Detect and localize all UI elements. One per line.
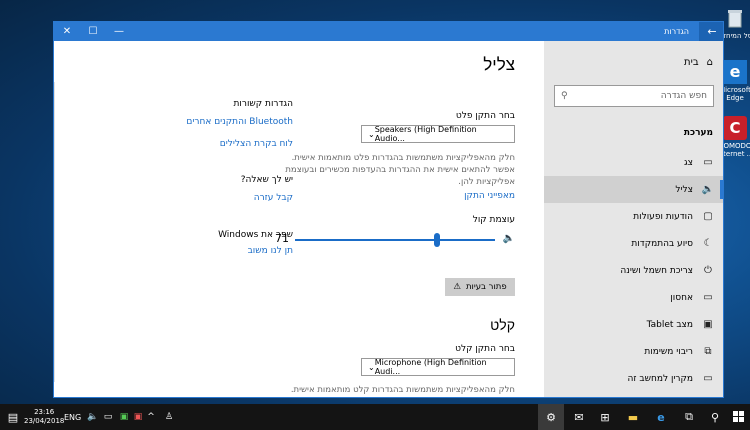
sidebar-item[interactable]: ⧉ ריבוי משימות	[544, 338, 723, 365]
output-device-dropdown[interactable]: ⌄ Speakers (High Definition Audio...	[361, 125, 515, 143]
output-description: חלק מהאפליקציות משתמשות בהגדרות פלט מותא…	[285, 153, 515, 187]
people-icon[interactable]: ♙	[156, 404, 182, 430]
minimize-button[interactable]: —	[106, 22, 132, 41]
sidebar-item-label: צריכת חשמל ושינה	[620, 265, 693, 276]
tablet-icon: ▣	[703, 319, 713, 330]
search-input[interactable]: חפש הגדרה ⚲	[554, 85, 714, 107]
multitasking-icon: ⧉	[704, 346, 712, 357]
settings-taskbar-icon[interactable]: ⚙	[538, 404, 564, 430]
back-button[interactable]: ←	[699, 22, 723, 41]
recycle-bin-icon	[723, 6, 747, 30]
power-icon: ⏻	[704, 265, 712, 276]
home-icon: ⌂	[706, 57, 713, 68]
sidebar-item[interactable]: ▭ מקרין למחשב זה	[544, 365, 723, 392]
sidebar-item-label: הודעות ופעולות	[633, 211, 693, 222]
store-taskbar-icon[interactable]: ⊞	[592, 404, 618, 430]
home-label: בית	[684, 57, 699, 68]
bluetooth-devices-link[interactable]: Bluetooth והתקנים אחרים	[186, 117, 293, 127]
page-title: צליל	[483, 55, 515, 75]
mail-taskbar-icon[interactable]: ✉	[566, 404, 592, 430]
left-edge-divider	[54, 82, 55, 382]
troubleshoot-button[interactable]: פתור בעיות ⚠	[445, 278, 515, 296]
sidebar-item[interactable]: ☾ סיוע בהתמקדות	[544, 230, 723, 257]
language-label: ENG	[64, 412, 82, 422]
related-settings-heading: הגדרות קשורות	[233, 99, 293, 109]
output-device-value: Speakers (High Definition Audio...	[374, 125, 477, 143]
moon-icon: ☾	[703, 238, 713, 249]
chevron-down-icon: ⌄	[368, 129, 375, 139]
search-taskbar-icon[interactable]: ⚲	[702, 404, 728, 430]
output-device-label: בחר התקן פלט	[455, 111, 515, 121]
related-settings-pane: הגדרות קשורות Bluetooth והתקנים אחרים לו…	[103, 41, 293, 397]
sidebar-section-title: מערכת	[683, 128, 713, 138]
windows-logo-icon	[733, 411, 744, 422]
edge-taskbar-icon[interactable]: e	[648, 404, 674, 430]
start-button[interactable]	[726, 404, 750, 430]
search-icon: ⚲	[561, 91, 568, 101]
input-device-dropdown[interactable]: ⌄ Microphone (High Definition Audi...	[361, 358, 515, 376]
sidebar-item[interactable]: ▢ הודעות ופעולות	[544, 203, 723, 230]
volume-slider[interactable]: 71 🔈	[275, 230, 515, 250]
maximize-button[interactable]: ☐	[80, 22, 106, 41]
notification-icon: ▢	[703, 211, 713, 222]
speaker-icon: 🔈	[701, 184, 715, 195]
feedback-heading: שפר את Windows	[218, 230, 293, 240]
sidebar-item-label: צליל	[675, 184, 693, 195]
search-placeholder: חפש הגדרה	[660, 91, 707, 101]
comodo-icon: C	[723, 116, 747, 140]
sidebar-item-label: צג	[683, 157, 693, 168]
clock-date: 23/04/2018	[24, 417, 65, 425]
volume-label: עוצמת קול	[472, 215, 515, 225]
clock-time: 23:16	[34, 408, 55, 416]
sidebar-home[interactable]: ⌂ בית	[684, 57, 713, 68]
monitor-icon: ▭	[703, 157, 713, 168]
get-help-link[interactable]: קבל עזרה	[254, 193, 293, 203]
help-heading: יש לך שאלה?	[240, 175, 293, 185]
give-feedback-link[interactable]: תן לנו משוב	[248, 246, 293, 256]
task-view-icon[interactable]: ⧉	[676, 404, 702, 430]
input-device-value: Microphone (High Definition Audi...	[374, 358, 487, 376]
sound-control-panel-link[interactable]: לוח בקרת הצלילים	[220, 139, 293, 149]
sidebar-item[interactable]: ▭ צג	[544, 149, 723, 176]
volume-thumb[interactable]	[434, 233, 440, 247]
language-indicator[interactable]: ENG	[64, 404, 81, 430]
file-explorer-icon[interactable]: ▬	[620, 404, 646, 430]
taskbar: ▤ 23:16 23/04/2018 ENG 🔈 ▭ ▣ ▣ ^ ♙ ⚙ ✉ ⊞…	[0, 404, 750, 430]
input-description: חלק מהאפליקציות משתמשות בהגדרות קלט מותא…	[290, 385, 515, 395]
title-bar: ✕ ☐ — הגדרות ←	[54, 22, 723, 41]
sidebar-item[interactable]: ▭ אחסון	[544, 284, 723, 311]
input-device-label: בחר התקן קלט	[455, 344, 515, 354]
storage-icon: ▭	[703, 292, 713, 303]
speaker-icon[interactable]: 🔈	[503, 233, 515, 244]
sidebar-item[interactable]: ▣ מצב Tablet	[544, 311, 723, 338]
settings-window: ✕ ☐ — הגדרות ← ⌂ בית חפש הגדרה ⚲ מערכת ▭…	[53, 21, 724, 398]
clock[interactable]: 23:16 23/04/2018	[24, 408, 64, 426]
input-section-title: קלט	[490, 318, 515, 334]
minimize-icon: —	[114, 26, 124, 37]
sidebar-item[interactable]: 🔈 צליל	[544, 176, 723, 203]
sidebar-item-label: ריבוי משימות	[644, 346, 693, 357]
action-center-icon[interactable]: ▤	[0, 404, 26, 430]
sidebar-item[interactable]: ⏻ צריכת חשמל ושינה	[544, 257, 723, 284]
troubleshoot-label: פתור בעיות	[465, 282, 507, 292]
edge-icon: e	[723, 60, 747, 84]
device-properties-link[interactable]: מאפייני התקן	[464, 191, 515, 201]
sidebar-item-label: אחסון	[670, 292, 693, 303]
sidebar: ⌂ בית חפש הגדרה ⚲ מערכת ▭ צג 🔈 צליל ▢ הודעות …	[544, 41, 723, 397]
close-button[interactable]: ✕	[54, 22, 80, 41]
projecting-icon: ▭	[703, 373, 713, 384]
sidebar-item[interactable]: ✕חוויות משותפות	[544, 392, 723, 397]
maximize-icon: ☐	[88, 26, 98, 37]
sidebar-item-label: סיוע בהתמקדות	[631, 238, 693, 249]
back-arrow-icon: ←	[707, 25, 717, 38]
volume-track	[295, 239, 495, 241]
warning-icon: ⚠	[453, 282, 461, 292]
chevron-down-icon: ⌄	[368, 362, 375, 372]
sidebar-item-label: מצב Tablet	[646, 319, 693, 330]
window-title: הגדרות	[664, 27, 689, 36]
sidebar-item-label: מקרין למחשב זה	[627, 373, 693, 384]
close-icon: ✕	[62, 26, 72, 37]
